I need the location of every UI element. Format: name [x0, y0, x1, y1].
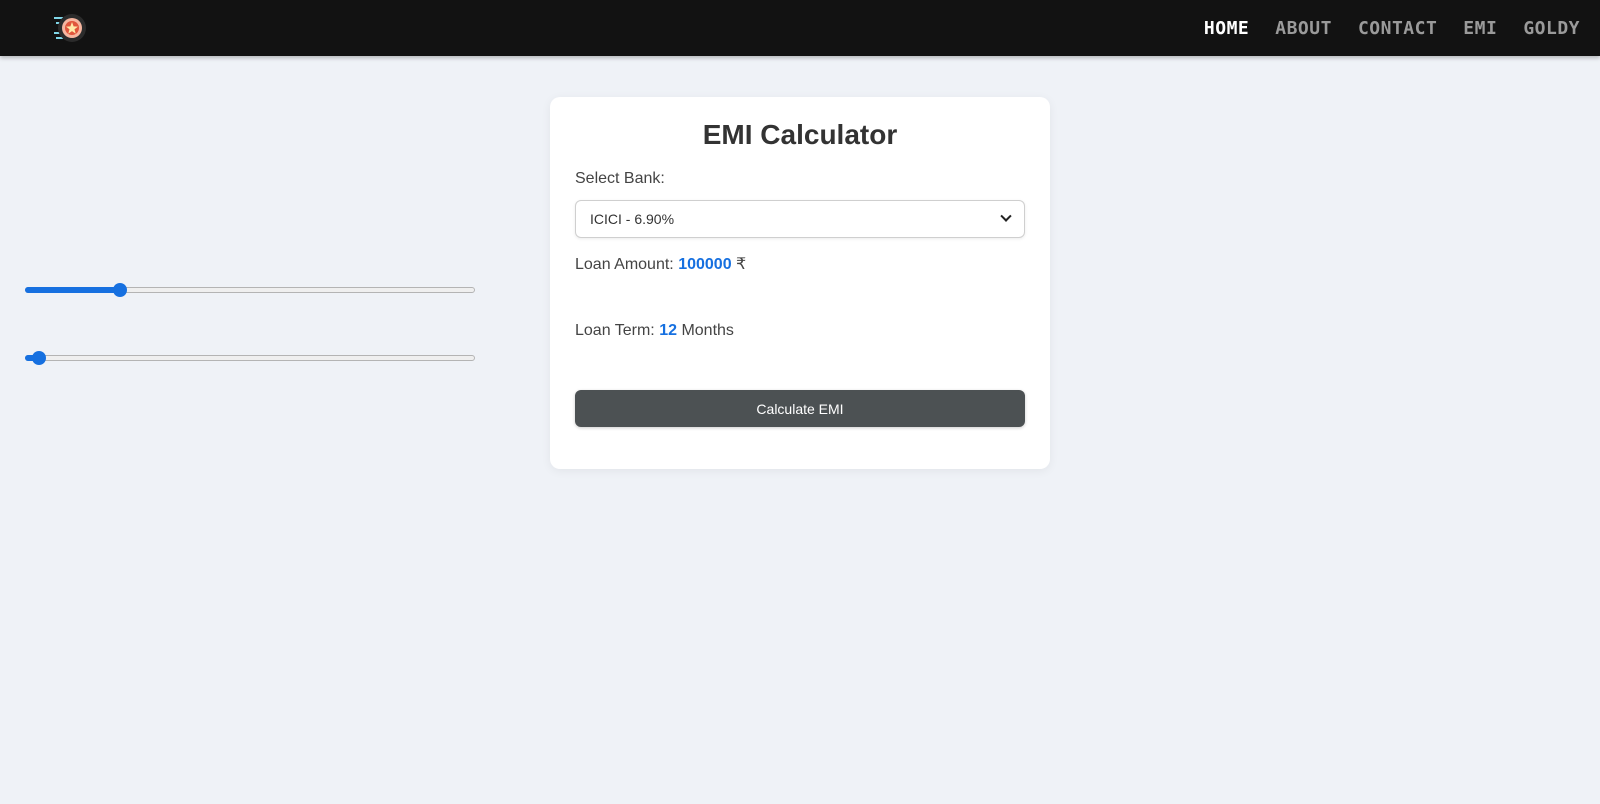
- slider-fill: [25, 287, 120, 293]
- slider-thumb[interactable]: [31, 351, 46, 365]
- loan-term-slider[interactable]: [25, 350, 475, 366]
- calculate-emi-button[interactable]: Calculate EMI: [575, 390, 1025, 427]
- loan-term-unit: Months: [681, 322, 734, 339]
- currency-symbol: ₹: [736, 256, 747, 273]
- loan-amount-label-text: Loan Amount:: [575, 256, 674, 273]
- bank-select[interactable]: ICICI - 6.90%: [575, 200, 1025, 238]
- loan-amount-label: Loan Amount: 100000 ₹: [575, 254, 746, 274]
- nav-links: HOME ABOUT CONTACT EMI GOLDY: [1204, 0, 1580, 56]
- emi-calculator-card: EMI Calculator Select Bank: ICICI - 6.90…: [550, 97, 1050, 469]
- nav-link-goldy[interactable]: GOLDY: [1523, 18, 1580, 39]
- loan-term-label: Loan Term: 12 Months: [575, 322, 734, 340]
- nav-link-about[interactable]: ABOUT: [1275, 18, 1332, 39]
- nav-link-home[interactable]: HOME: [1204, 18, 1249, 39]
- nav-link-contact[interactable]: CONTACT: [1358, 18, 1437, 39]
- loan-term-label-text: Loan Term:: [575, 322, 655, 339]
- chevron-down-icon: [1000, 210, 1012, 222]
- loan-amount-slider[interactable]: [25, 282, 475, 298]
- bank-label: Select Bank:: [575, 170, 665, 187]
- rocket-badge-icon[interactable]: [52, 12, 92, 44]
- nav-link-emi[interactable]: EMI: [1463, 18, 1497, 39]
- slider-track: [25, 355, 475, 361]
- slider-thumb[interactable]: [112, 283, 127, 297]
- page-title: EMI Calculator: [702, 119, 898, 150]
- navbar: HOME ABOUT CONTACT EMI GOLDY: [0, 0, 1600, 56]
- loan-amount-value: 100000: [678, 256, 732, 273]
- loan-term-value: 12: [659, 322, 677, 339]
- bank-select-value: ICICI - 6.90%: [590, 211, 675, 227]
